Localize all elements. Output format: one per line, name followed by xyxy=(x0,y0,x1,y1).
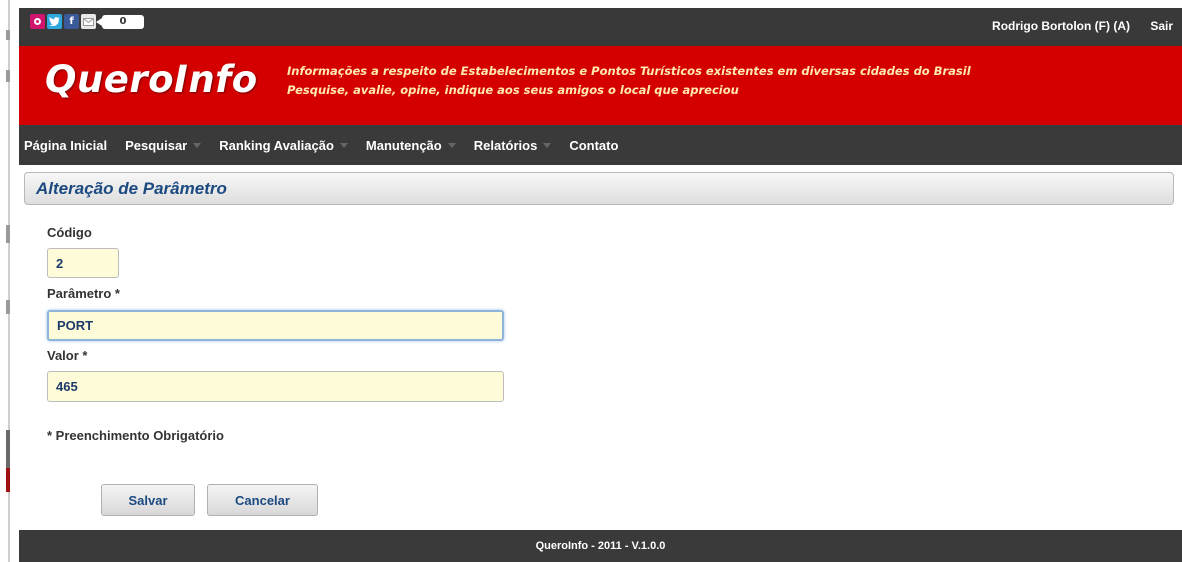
chevron-down-icon xyxy=(447,142,456,148)
menu-item-label: Relatórios xyxy=(473,137,538,153)
page-title-bar: Alteração de Parâmetro xyxy=(24,172,1174,205)
menu-item-ranking-avaliacao[interactable]: Ranking Avaliação xyxy=(210,138,357,153)
user-name[interactable]: Rodrigo Bortolon (F) (A) xyxy=(992,19,1130,33)
menu-item-label: Contato xyxy=(569,137,619,153)
menu-item-contato[interactable]: Contato xyxy=(560,138,627,153)
main-menu: Página Inicial Pesquisar Ranking Avaliaç… xyxy=(24,125,627,165)
orkut-icon[interactable] xyxy=(30,14,45,29)
mail-icon[interactable] xyxy=(81,14,96,29)
menu-item-label: Pesquisar xyxy=(125,137,188,153)
cancel-button[interactable]: Cancelar xyxy=(207,484,318,516)
header-banner: QueroInfo Informações a respeito de Esta… xyxy=(19,46,1182,125)
page-title: Alteração de Parâmetro xyxy=(36,179,227,198)
chevron-down-icon xyxy=(193,142,202,148)
footer-text: QueroInfo - 2011 - V.1.0.0 xyxy=(535,540,666,552)
site-tagline: Informações a respeito de Estabeleciment… xyxy=(287,62,971,100)
menu-item-relatorios[interactable]: Relatórios xyxy=(465,138,561,153)
left-edge xyxy=(0,0,18,562)
menu-item-manutencao[interactable]: Manutenção xyxy=(357,138,465,153)
menu-item-label: Ranking Avaliação xyxy=(219,137,334,153)
codigo-field[interactable] xyxy=(47,248,119,278)
share-counter: 0 xyxy=(96,14,144,29)
save-button[interactable]: Salvar xyxy=(101,484,195,516)
app-window: f 0 Rodrigo Bortolon (F) (A) Sair QueroI… xyxy=(19,8,1182,562)
valor-field[interactable] xyxy=(47,371,504,402)
social-share-bar: f 0 xyxy=(30,14,144,29)
chevron-down-icon xyxy=(339,142,348,148)
tagline-line-2: Pesquise, avalie, opine, indique aos seu… xyxy=(287,83,739,97)
required-fields-note: * Preenchimento Obrigatório xyxy=(47,428,224,443)
tagline-line-1: Informações a respeito de Estabeleciment… xyxy=(287,64,971,78)
valor-label: Valor * xyxy=(47,348,88,363)
footer: QueroInfo - 2011 - V.1.0.0 xyxy=(19,530,1182,562)
facebook-icon[interactable]: f xyxy=(64,14,79,29)
menu-item-pesquisar[interactable]: Pesquisar xyxy=(116,138,210,153)
chevron-down-icon xyxy=(543,142,552,148)
menu-item-label: Página Inicial xyxy=(24,137,108,153)
twitter-icon[interactable] xyxy=(47,14,62,29)
parametro-field[interactable] xyxy=(47,310,504,341)
menu-item-pagina-inicial[interactable]: Página Inicial xyxy=(24,138,116,153)
top-bar: f 0 Rodrigo Bortolon (F) (A) Sair xyxy=(19,8,1182,46)
main-menu-bar: Página Inicial Pesquisar Ranking Avaliaç… xyxy=(19,125,1182,165)
menu-item-label: Manutenção xyxy=(365,137,442,153)
site-logo[interactable]: QueroInfo xyxy=(45,58,258,101)
parametro-label: Parâmetro * xyxy=(47,286,120,301)
logout-link[interactable]: Sair xyxy=(1150,19,1173,33)
codigo-label: Código xyxy=(47,225,92,240)
